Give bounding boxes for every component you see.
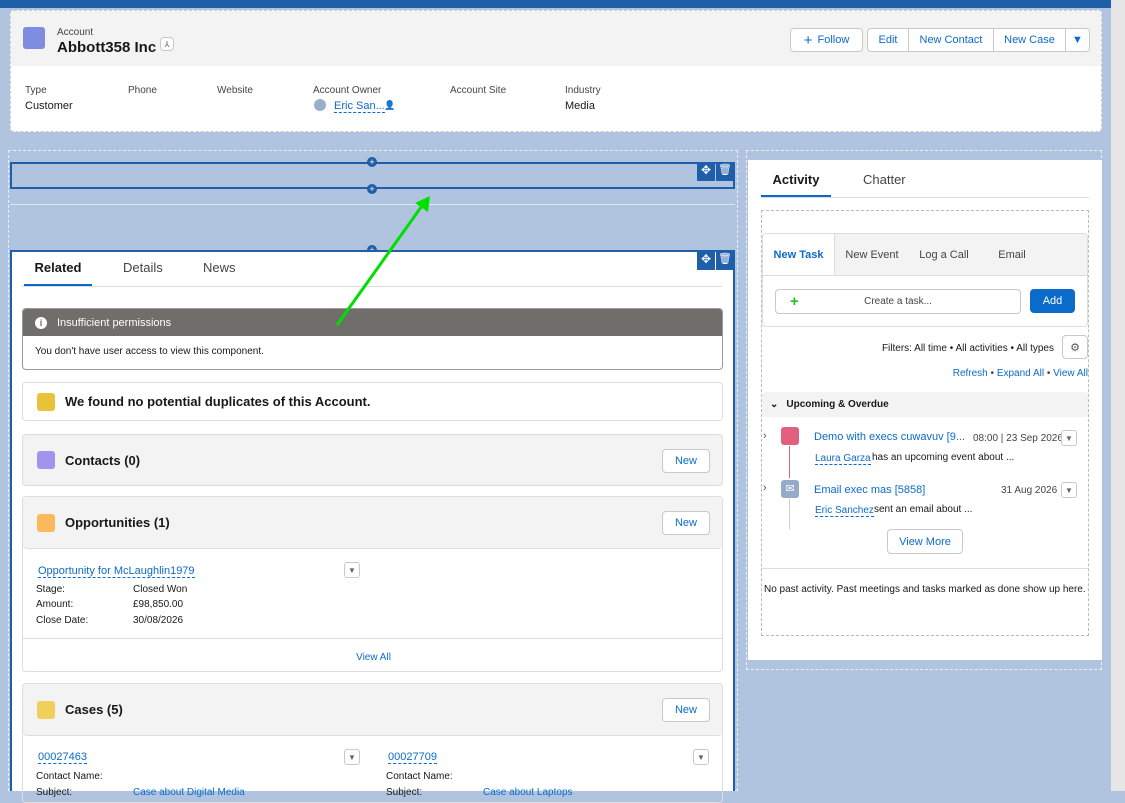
- arrow-line: [335, 202, 426, 326]
- arrow-head: [415, 196, 430, 212]
- drag-arrow: [335, 196, 430, 326]
